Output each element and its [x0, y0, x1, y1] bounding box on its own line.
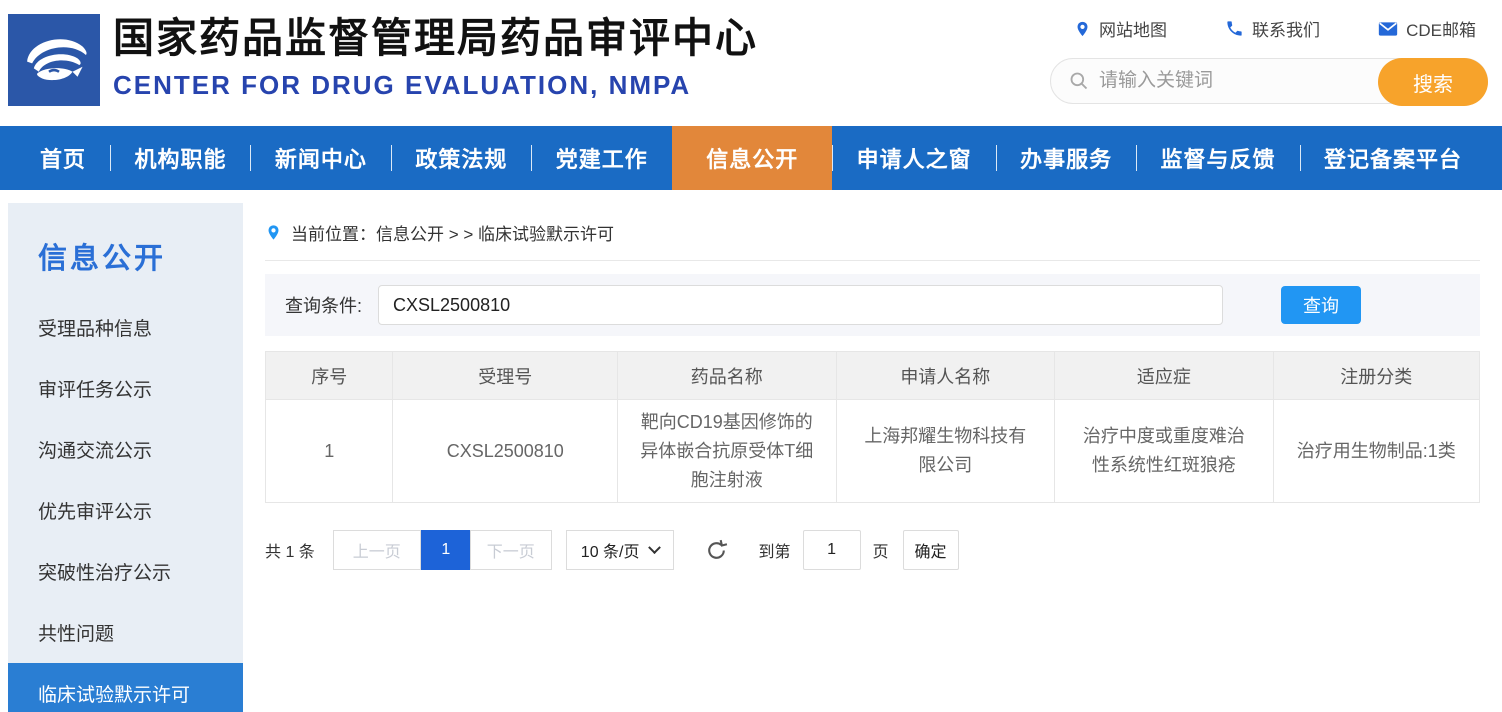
pager-group: 上一页 1 下一页	[333, 530, 552, 570]
cell-drug-name: 靶向CD19基因修饰的异体嵌合抗原受体T细胞注射液	[618, 400, 837, 503]
col-indication: 适应症	[1055, 352, 1274, 400]
cde-logo	[8, 14, 100, 106]
quick-links: 网站地图 联系我们 CDE邮箱	[1050, 14, 1488, 41]
site-search-button[interactable]: 搜索	[1378, 58, 1488, 106]
contact-label: 联系我们	[1252, 16, 1320, 41]
sidebar-item-breakthrough-therapy[interactable]: 突破性治疗公示	[8, 541, 243, 602]
nav-item-services[interactable]: 办事服务	[996, 126, 1136, 190]
current-page-button[interactable]: 1	[421, 530, 471, 570]
table-header-row: 序号 受理号 药品名称 申请人名称 适应症 注册分类	[266, 352, 1480, 400]
sidebar-item-common-issues[interactable]: 共性问题	[8, 602, 243, 663]
main-content: 当前位置： 信息公开 > > 临床试验默示许可 查询条件: 查询 序号 受理号 …	[265, 190, 1480, 570]
goto-page-unit: 页	[873, 538, 889, 562]
cell-indication: 治疗中度或重度难治性系统性红斑狼疮	[1055, 400, 1274, 503]
brand-titles: 国家药品监督管理局药品审评中心 CENTER FOR DRUG EVALUATI…	[113, 16, 758, 101]
chevron-down-icon	[648, 541, 661, 554]
sidebar: 信息公开 受理品种信息 审评任务公示 沟通交流公示 优先审评公示 突破性治疗公示…	[8, 203, 243, 712]
sitemap-label: 网站地图	[1099, 16, 1167, 41]
mailbox-link[interactable]: CDE邮箱	[1378, 16, 1476, 41]
page-size-select[interactable]: 10 条/页	[566, 530, 674, 570]
total-count-label: 共 1 条	[265, 538, 315, 562]
site-header: 国家药品监督管理局药品审评中心 CENTER FOR DRUG EVALUATI…	[0, 0, 1502, 126]
mailbox-label: CDE邮箱	[1406, 16, 1476, 41]
sidebar-item-communication[interactable]: 沟通交流公示	[8, 419, 243, 480]
results-table: 序号 受理号 药品名称 申请人名称 适应症 注册分类 1 CXSL2500810…	[265, 351, 1480, 503]
nav-item-policy[interactable]: 政策法规	[391, 126, 531, 190]
site-search-bar: 搜索	[1050, 58, 1488, 104]
phone-icon	[1225, 19, 1244, 38]
nav-item-party[interactable]: 党建工作	[532, 126, 672, 190]
cell-acceptance-number: CXSL2500810	[393, 400, 618, 503]
cell-applicant-name: 上海邦耀生物科技有限公司	[836, 400, 1055, 503]
breadcrumb: 当前位置： 信息公开 > > 临床试验默示许可	[265, 220, 1480, 261]
col-acceptance-number: 受理号	[393, 352, 618, 400]
confirm-button[interactable]: 确定	[903, 530, 959, 570]
next-page-button[interactable]: 下一页	[470, 530, 552, 570]
nav-item-applicant-window[interactable]: 申请人之窗	[833, 126, 996, 190]
col-drug-name: 药品名称	[618, 352, 837, 400]
nav-item-registration-platform[interactable]: 登记备案平台	[1300, 126, 1486, 190]
query-input[interactable]	[378, 285, 1223, 325]
header-right: 网站地图 联系我们 CDE邮箱 搜索	[1050, 14, 1488, 104]
mail-icon	[1378, 21, 1398, 37]
nav-item-news[interactable]: 新闻中心	[251, 126, 391, 190]
goto-page-input[interactable]	[803, 530, 861, 570]
nav-item-functions[interactable]: 机构职能	[110, 126, 250, 190]
location-pin-icon	[265, 222, 282, 243]
nav-item-home[interactable]: 首页	[16, 126, 110, 190]
sidebar-item-clinical-trial-implied-license[interactable]: 临床试验默示许可	[8, 663, 243, 712]
breadcrumb-path[interactable]: 信息公开 > > 临床试验默示许可	[376, 220, 614, 245]
page-size-value: 10 条/页	[581, 538, 640, 562]
nav-item-info-disclosure[interactable]: 信息公开	[672, 126, 832, 190]
nav-item-supervision[interactable]: 监督与反馈	[1137, 126, 1300, 190]
sidebar-item-review-tasks[interactable]: 审评任务公示	[8, 358, 243, 419]
goto-page-label: 到第	[759, 538, 791, 562]
cde-fish-logo-icon	[12, 18, 96, 102]
prev-page-button[interactable]: 上一页	[333, 530, 421, 570]
sitemap-link[interactable]: 网站地图	[1074, 16, 1167, 41]
cell-serial-number: 1	[266, 400, 393, 503]
search-icon	[1069, 71, 1089, 91]
pagination: 共 1 条 上一页 1 下一页 10 条/页 到第 页 确定	[265, 530, 1480, 570]
site-subtitle: CENTER FOR DRUG EVALUATION, NMPA	[113, 70, 758, 101]
main-nav: 首页 机构职能 新闻中心 政策法规 党建工作 信息公开 申请人之窗 办事服务 监…	[0, 126, 1502, 190]
col-serial-number: 序号	[266, 352, 393, 400]
contact-link[interactable]: 联系我们	[1225, 16, 1320, 41]
query-button[interactable]: 查询	[1281, 286, 1361, 324]
refresh-icon[interactable]	[704, 538, 729, 563]
site-title: 国家药品监督管理局药品审评中心	[113, 16, 758, 61]
query-bar: 查询条件: 查询	[265, 274, 1480, 336]
table-row: 1 CXSL2500810 靶向CD19基因修饰的异体嵌合抗原受体T细胞注射液 …	[266, 400, 1480, 503]
sidebar-item-priority-review[interactable]: 优先审评公示	[8, 480, 243, 541]
location-pin-icon	[1074, 19, 1091, 39]
sidebar-title: 信息公开	[8, 203, 243, 297]
cell-registration-category: 治疗用生物制品:1类	[1273, 400, 1479, 503]
breadcrumb-label: 当前位置：	[291, 220, 376, 245]
query-label: 查询条件:	[285, 292, 362, 318]
col-registration-category: 注册分类	[1273, 352, 1479, 400]
page-body: 信息公开 受理品种信息 审评任务公示 沟通交流公示 优先审评公示 突破性治疗公示…	[0, 190, 1502, 712]
col-applicant-name: 申请人名称	[836, 352, 1055, 400]
sidebar-item-accepted-varieties[interactable]: 受理品种信息	[8, 297, 243, 358]
